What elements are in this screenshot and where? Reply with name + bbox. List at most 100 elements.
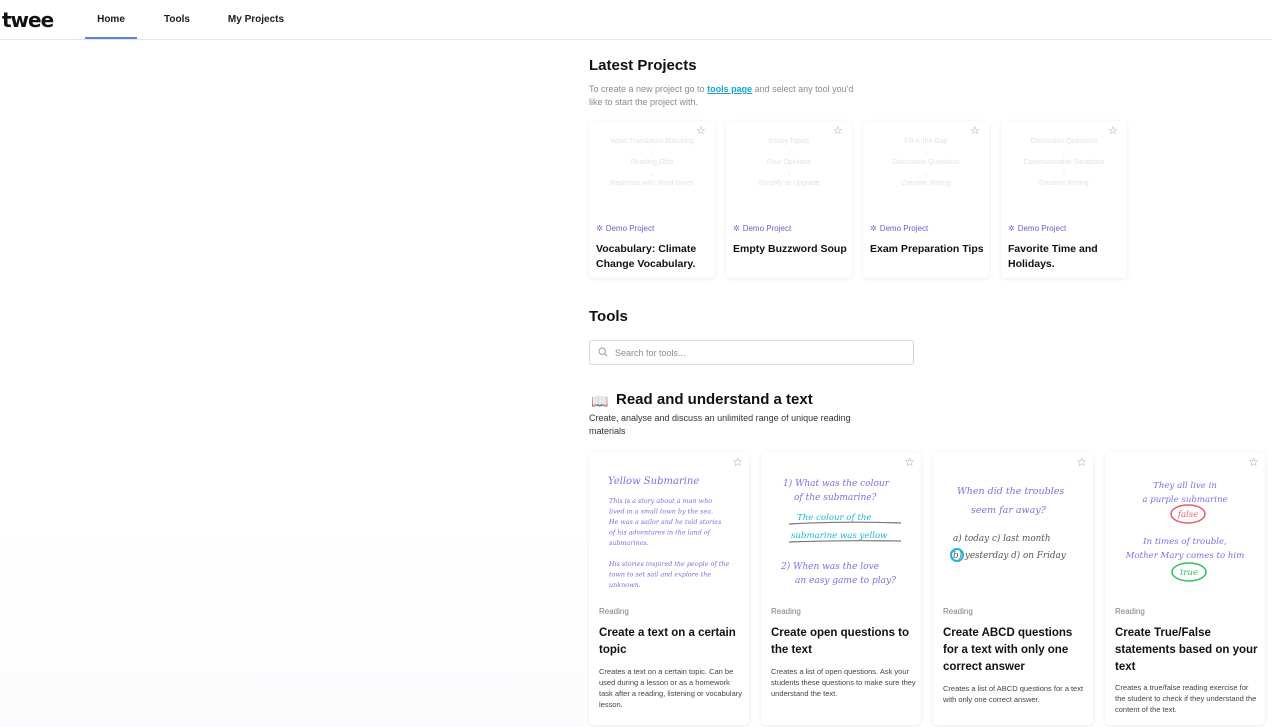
tool-illustration: Yellow Submarine This is a story about a… xyxy=(608,476,729,589)
tool-category-label: Reading xyxy=(771,607,801,616)
step-arrow: ↓ xyxy=(924,169,928,177)
tools-heading: Tools xyxy=(589,308,628,325)
tool-card-open-questions[interactable]: ☆ 1) What was the colour of the submarin… xyxy=(761,452,921,725)
bug-icon: ✲ xyxy=(1008,224,1015,233)
art-true-mark: true xyxy=(1180,568,1198,578)
open-book-icon: 📖 xyxy=(591,393,609,409)
tool-description: Creates a list of ABCD questions for a t… xyxy=(943,684,1084,704)
star-icon[interactable]: ☆ xyxy=(1108,126,1119,137)
step: Simplify or Upgrade xyxy=(758,180,820,187)
tool-category-label: Reading xyxy=(1115,607,1145,616)
star-icon[interactable]: ☆ xyxy=(696,126,707,137)
step-arrow: ↓ xyxy=(1062,169,1066,177)
art-line: His stories inspired the people of the xyxy=(608,560,729,568)
art-line: unknown. xyxy=(609,581,641,589)
demo-project-tag: ✲ Demo Project xyxy=(1008,224,1066,233)
project-steps: Word-Translation Matching ↓ Reading Gift… xyxy=(589,137,715,190)
tool-description: Creates a true/false reading exercise fo… xyxy=(1115,683,1257,714)
tag-label: Demo Project xyxy=(742,224,792,233)
left-background xyxy=(0,41,585,727)
project-title: Favorite Time and Holidays. xyxy=(1008,243,1098,270)
tool-title: Create open questions to the text xyxy=(771,627,910,656)
art-line: of his adventures in the land of xyxy=(609,529,712,537)
nav-tools[interactable]: Tools xyxy=(155,0,199,40)
tool-description: Creates a list of open questions. Ask yo… xyxy=(771,667,916,698)
tool-title: Create True/False statements based on yo… xyxy=(1115,627,1258,673)
tool-illustration: When did the troubles seem far away? a) … xyxy=(950,486,1067,562)
tag-label: Demo Project xyxy=(1017,224,1067,233)
search-input[interactable] xyxy=(615,343,905,362)
art-question: of the submarine? xyxy=(794,493,877,503)
demo-project-tag: ✲ Demo Project xyxy=(733,224,791,233)
step-arrow: ↓ xyxy=(924,148,928,156)
project-steps: Discussion Questions ↓ Communicative Sit… xyxy=(1001,137,1127,190)
step: Communicative Situations xyxy=(1023,159,1105,166)
art-line: This is a story about a man who xyxy=(609,497,712,505)
step-arrow: ↓ xyxy=(1062,148,1066,156)
star-icon[interactable]: ☆ xyxy=(970,126,981,137)
step: Essay Topics xyxy=(768,138,810,145)
tools-page-link[interactable]: tools page xyxy=(707,84,752,94)
art-line: He was a sailor and he told stories xyxy=(608,518,722,526)
step: Rephrase with Word Given xyxy=(610,180,694,187)
step: Discussion Questions xyxy=(1030,138,1098,145)
step-arrow: ↓ xyxy=(787,148,791,156)
step: Fill in the Gap xyxy=(904,138,948,145)
tools-search-box xyxy=(589,340,914,365)
category-heading: Read and understand a text xyxy=(616,391,813,408)
step: Creative Writing xyxy=(901,180,951,187)
project-card-holidays[interactable]: ☆ Discussion Questions ↓ Communicative S… xyxy=(1001,121,1127,278)
art-question: When did the troubles xyxy=(957,486,1064,497)
project-card-exam[interactable]: ☆ Fill in the Gap ↓ Discussion Questions… xyxy=(863,121,989,278)
top-nav: twee Home Tools My Projects xyxy=(0,0,1272,40)
art-statement: In times of trouble, xyxy=(1142,537,1227,547)
star-icon[interactable]: ☆ xyxy=(833,126,844,137)
art-statement: They all live in xyxy=(1153,481,1217,491)
latest-projects-heading: Latest Projects xyxy=(589,57,697,74)
tag-label: Demo Project xyxy=(605,224,655,233)
category-description: Create, analyse and discuss an unlimited… xyxy=(589,413,851,436)
art-question: 2) When was the love xyxy=(780,561,879,572)
art-question: 1) What was the colour xyxy=(783,478,890,489)
art-line: town to set sail and explore the xyxy=(609,571,711,579)
project-title: Exam Preparation Tips xyxy=(870,243,984,255)
tool-card-true-false[interactable]: ☆ They all live in a purple submarine fa… xyxy=(1105,452,1265,725)
step: Discussion Questions xyxy=(892,159,960,166)
tool-card-abcd-questions[interactable]: ☆ When did the troubles seem far away? a… xyxy=(933,452,1093,725)
art-question: seem far away? xyxy=(971,505,1047,516)
step: Reading Gifts xyxy=(630,159,674,166)
demo-project-tag: ✲ Demo Project xyxy=(870,224,928,233)
project-steps: Essay Topics ↓ Four Opinions ↓ Simplify … xyxy=(726,137,852,190)
step-arrow: ↓ xyxy=(787,169,791,177)
twee-logo[interactable]: twee xyxy=(2,8,54,32)
step: Creative Writing xyxy=(1039,180,1089,187)
bug-icon: ✲ xyxy=(733,224,740,233)
project-title: Empty Buzzword Soup xyxy=(733,243,847,255)
demo-project-tag: ✲ Demo Project xyxy=(596,224,654,233)
project-steps: Fill in the Gap ↓ Discussion Questions ↓… xyxy=(863,137,989,190)
step-arrow: ↓ xyxy=(650,148,654,156)
tool-card-create-text[interactable]: ☆ Yellow Submarine This is a story about… xyxy=(589,452,749,725)
art-option: b) yesterday d) on Friday xyxy=(953,550,1067,561)
project-card-vocabulary[interactable]: ☆ Word-Translation Matching ↓ Reading Gi… xyxy=(589,121,715,278)
search-icon xyxy=(598,347,608,357)
tool-category-label: Reading xyxy=(599,607,629,616)
art-line: submarines. xyxy=(609,539,649,547)
bug-icon: ✲ xyxy=(596,224,603,233)
tool-title: Create ABCD questions for a text with on… xyxy=(943,627,1073,673)
desc-text-before: To create a new project go to xyxy=(589,84,708,94)
tag-label: Demo Project xyxy=(879,224,929,233)
project-card-buzzword[interactable]: ☆ Essay Topics ↓ Four Opinions ↓ Simplif… xyxy=(726,121,852,278)
nav-my-projects[interactable]: My Projects xyxy=(222,0,290,40)
tool-category-label: Reading xyxy=(943,607,973,616)
art-answer: The colour of the xyxy=(797,513,872,523)
tool-illustration: They all live in a purple submarine fals… xyxy=(1125,481,1244,582)
nav-home[interactable]: Home xyxy=(85,0,137,39)
tool-title: Create a text on a certain topic xyxy=(599,627,736,656)
tool-illustration: 1) What was the colour of the submarine?… xyxy=(780,478,902,586)
art-option: a) today c) last month xyxy=(953,533,1051,544)
step: Word-Translation Matching xyxy=(610,138,694,145)
art-answer: submarine was yellow xyxy=(791,531,888,541)
art-false-mark: false xyxy=(1177,510,1198,520)
bug-icon: ✲ xyxy=(870,224,877,233)
